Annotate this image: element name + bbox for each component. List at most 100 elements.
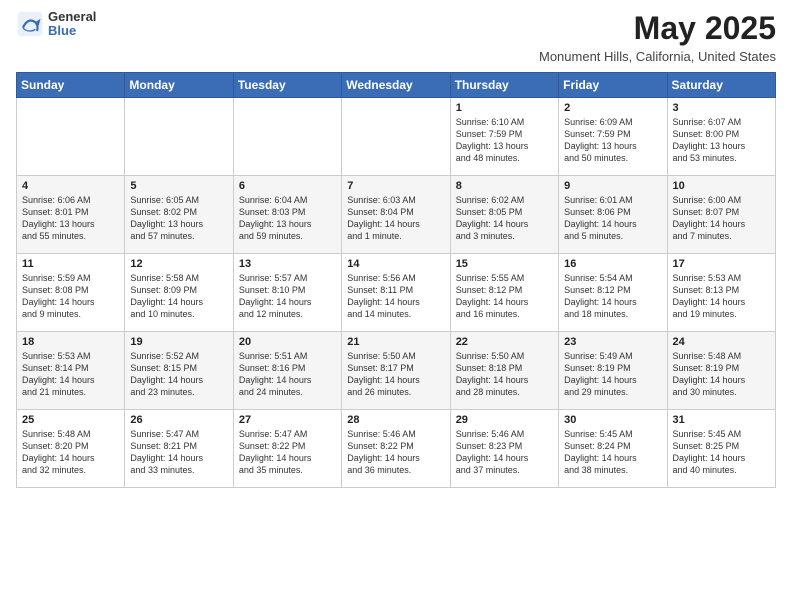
day-cell-content: Sunrise: 5:57 AM Sunset: 8:10 PM Dayligh… — [239, 272, 336, 321]
day-number: 9 — [564, 180, 661, 192]
calendar-header-row: SundayMondayTuesdayWednesdayThursdayFrid… — [17, 73, 776, 98]
calendar-week-row: 25 Sunrise: 5:48 AM Sunset: 8:20 PM Dayli… — [17, 410, 776, 488]
calendar-day-cell: 3Sunrise: 6:07 AM Sunset: 8:00 PM Daylig… — [667, 98, 775, 176]
day-cell-content: Sunrise: 5:46 AM Sunset: 8:23 PM Dayligh… — [456, 428, 553, 477]
day-cell-content: Sunrise: 5:48 AM Sunset: 8:20 PM Dayligh… — [22, 428, 119, 477]
calendar-day-cell: 18 Sunrise: 5:53 AM Sunset: 8:14 PM Dayli… — [17, 332, 125, 410]
day-of-week-header: Wednesday — [342, 73, 450, 98]
day-number: 19 — [130, 336, 227, 348]
day-of-week-header: Tuesday — [233, 73, 341, 98]
day-number: 5 — [130, 180, 227, 192]
day-number: 30 — [564, 414, 661, 426]
day-number: 22 — [456, 336, 553, 348]
day-of-week-header: Sunday — [17, 73, 125, 98]
calendar-table: SundayMondayTuesdayWednesdayThursdayFrid… — [16, 72, 776, 488]
day-number: 14 — [347, 258, 444, 270]
calendar-day-cell: 11 Sunrise: 5:59 AM Sunset: 8:08 PM Dayli… — [17, 254, 125, 332]
day-of-week-header: Thursday — [450, 73, 558, 98]
calendar-day-cell: 4 Sunrise: 6:06 AM Sunset: 8:01 PM Daylig… — [17, 176, 125, 254]
day-number: 12 — [130, 258, 227, 270]
calendar-day-cell: 10 Sunrise: 6:00 AM Sunset: 8:07 PM Dayli… — [667, 176, 775, 254]
day-number: 28 — [347, 414, 444, 426]
day-cell-content: Sunrise: 6:06 AM Sunset: 8:01 PM Dayligh… — [22, 194, 119, 243]
calendar-day-cell: 17Sunrise: 5:53 AM Sunset: 8:13 PM Dayli… — [667, 254, 775, 332]
calendar-day-cell: 25 Sunrise: 5:48 AM Sunset: 8:20 PM Dayli… — [17, 410, 125, 488]
day-number: 18 — [22, 336, 119, 348]
day-cell-content: Sunrise: 6:02 AM Sunset: 8:05 PM Dayligh… — [456, 194, 553, 243]
calendar-day-cell — [125, 98, 233, 176]
day-number: 15 — [456, 258, 553, 270]
day-number: 17 — [673, 258, 770, 270]
day-number: 10 — [673, 180, 770, 192]
calendar-day-cell: 28 Sunrise: 5:46 AM Sunset: 8:22 PM Dayli… — [342, 410, 450, 488]
day-of-week-header: Friday — [559, 73, 667, 98]
calendar-day-cell — [233, 98, 341, 176]
day-number: 1 — [456, 102, 553, 114]
calendar-day-cell: 8 Sunrise: 6:02 AM Sunset: 8:05 PM Daylig… — [450, 176, 558, 254]
day-number: 26 — [130, 414, 227, 426]
day-cell-content: Sunrise: 5:56 AM Sunset: 8:11 PM Dayligh… — [347, 272, 444, 321]
day-number: 6 — [239, 180, 336, 192]
day-number: 8 — [456, 180, 553, 192]
day-cell-content: Sunrise: 5:51 AM Sunset: 8:16 PM Dayligh… — [239, 350, 336, 399]
calendar-day-cell: 24 Sunrise: 5:48 AM Sunset: 8:19 PM Dayli… — [667, 332, 775, 410]
day-cell-content: Sunrise: 5:52 AM Sunset: 8:15 PM Dayligh… — [130, 350, 227, 399]
day-cell-content: Sunrise: 5:48 AM Sunset: 8:19 PM Dayligh… — [673, 350, 770, 399]
day-number: 7 — [347, 180, 444, 192]
day-number: 20 — [239, 336, 336, 348]
day-cell-content: Sunrise: 6:03 AM Sunset: 8:04 PM Dayligh… — [347, 194, 444, 243]
calendar-week-row: 1Sunrise: 6:10 AM Sunset: 7:59 PM Daylig… — [17, 98, 776, 176]
calendar-day-cell: 23Sunrise: 5:49 AM Sunset: 8:19 PM Dayli… — [559, 332, 667, 410]
calendar-day-cell: 20 Sunrise: 5:51 AM Sunset: 8:16 PM Dayli… — [233, 332, 341, 410]
day-cell-content: Sunrise: 6:05 AM Sunset: 8:02 PM Dayligh… — [130, 194, 227, 243]
calendar-day-cell: 26 Sunrise: 5:47 AM Sunset: 8:21 PM Dayli… — [125, 410, 233, 488]
calendar-day-cell: 27 Sunrise: 5:47 AM Sunset: 8:22 PM Dayli… — [233, 410, 341, 488]
day-number: 16 — [564, 258, 661, 270]
calendar-day-cell: 13 Sunrise: 5:57 AM Sunset: 8:10 PM Dayli… — [233, 254, 341, 332]
calendar-week-row: 4 Sunrise: 6:06 AM Sunset: 8:01 PM Daylig… — [17, 176, 776, 254]
day-number: 24 — [673, 336, 770, 348]
calendar-day-cell: 14 Sunrise: 5:56 AM Sunset: 8:11 PM Dayli… — [342, 254, 450, 332]
day-cell-content: Sunrise: 5:54 AM Sunset: 8:12 PM Dayligh… — [564, 272, 661, 321]
logo-icon — [16, 10, 44, 38]
calendar-day-cell: 29Sunrise: 5:46 AM Sunset: 8:23 PM Dayli… — [450, 410, 558, 488]
calendar-day-cell — [17, 98, 125, 176]
calendar-week-row: 18 Sunrise: 5:53 AM Sunset: 8:14 PM Dayli… — [17, 332, 776, 410]
logo-blue-text: Blue — [48, 24, 96, 38]
calendar-day-cell: 21Sunrise: 5:50 AM Sunset: 8:17 PM Dayli… — [342, 332, 450, 410]
calendar-day-cell: 31Sunrise: 5:45 AM Sunset: 8:25 PM Dayli… — [667, 410, 775, 488]
day-number: 23 — [564, 336, 661, 348]
day-cell-content: Sunrise: 5:53 AM Sunset: 8:14 PM Dayligh… — [22, 350, 119, 399]
day-number: 13 — [239, 258, 336, 270]
calendar-day-cell: 12Sunrise: 5:58 AM Sunset: 8:09 PM Dayli… — [125, 254, 233, 332]
page: General Blue May 2025 Monument Hills, Ca… — [0, 0, 792, 612]
calendar-day-cell: 22 Sunrise: 5:50 AM Sunset: 8:18 PM Dayli… — [450, 332, 558, 410]
calendar-day-cell: 9 Sunrise: 6:01 AM Sunset: 8:06 PM Daylig… — [559, 176, 667, 254]
day-number: 3 — [673, 102, 770, 114]
day-cell-content: Sunrise: 5:50 AM Sunset: 8:18 PM Dayligh… — [456, 350, 553, 399]
logo-text: General Blue — [48, 10, 96, 39]
day-number: 25 — [22, 414, 119, 426]
calendar-day-cell: 1Sunrise: 6:10 AM Sunset: 7:59 PM Daylig… — [450, 98, 558, 176]
day-cell-content: Sunrise: 6:04 AM Sunset: 8:03 PM Dayligh… — [239, 194, 336, 243]
day-cell-content: Sunrise: 5:59 AM Sunset: 8:08 PM Dayligh… — [22, 272, 119, 321]
title-block: May 2025 Monument Hills, California, Uni… — [539, 10, 776, 64]
day-cell-content: Sunrise: 6:09 AM Sunset: 7:59 PM Dayligh… — [564, 116, 661, 165]
day-cell-content: Sunrise: 5:47 AM Sunset: 8:21 PM Dayligh… — [130, 428, 227, 477]
day-cell-content: Sunrise: 5:45 AM Sunset: 8:24 PM Dayligh… — [564, 428, 661, 477]
day-cell-content: Sunrise: 5:46 AM Sunset: 8:22 PM Dayligh… — [347, 428, 444, 477]
calendar-day-cell — [342, 98, 450, 176]
header: General Blue May 2025 Monument Hills, Ca… — [16, 10, 776, 64]
day-number: 11 — [22, 258, 119, 270]
day-cell-content: Sunrise: 6:01 AM Sunset: 8:06 PM Dayligh… — [564, 194, 661, 243]
day-number: 27 — [239, 414, 336, 426]
calendar-day-cell: 16 Sunrise: 5:54 AM Sunset: 8:12 PM Dayli… — [559, 254, 667, 332]
calendar-week-row: 11 Sunrise: 5:59 AM Sunset: 8:08 PM Dayli… — [17, 254, 776, 332]
day-cell-content: Sunrise: 5:47 AM Sunset: 8:22 PM Dayligh… — [239, 428, 336, 477]
calendar-day-cell: 6 Sunrise: 6:04 AM Sunset: 8:03 PM Daylig… — [233, 176, 341, 254]
day-of-week-header: Monday — [125, 73, 233, 98]
calendar-day-cell: 5 Sunrise: 6:05 AM Sunset: 8:02 PM Daylig… — [125, 176, 233, 254]
day-number: 4 — [22, 180, 119, 192]
calendar-day-cell: 15Sunrise: 5:55 AM Sunset: 8:12 PM Dayli… — [450, 254, 558, 332]
day-cell-content: Sunrise: 6:00 AM Sunset: 8:07 PM Dayligh… — [673, 194, 770, 243]
